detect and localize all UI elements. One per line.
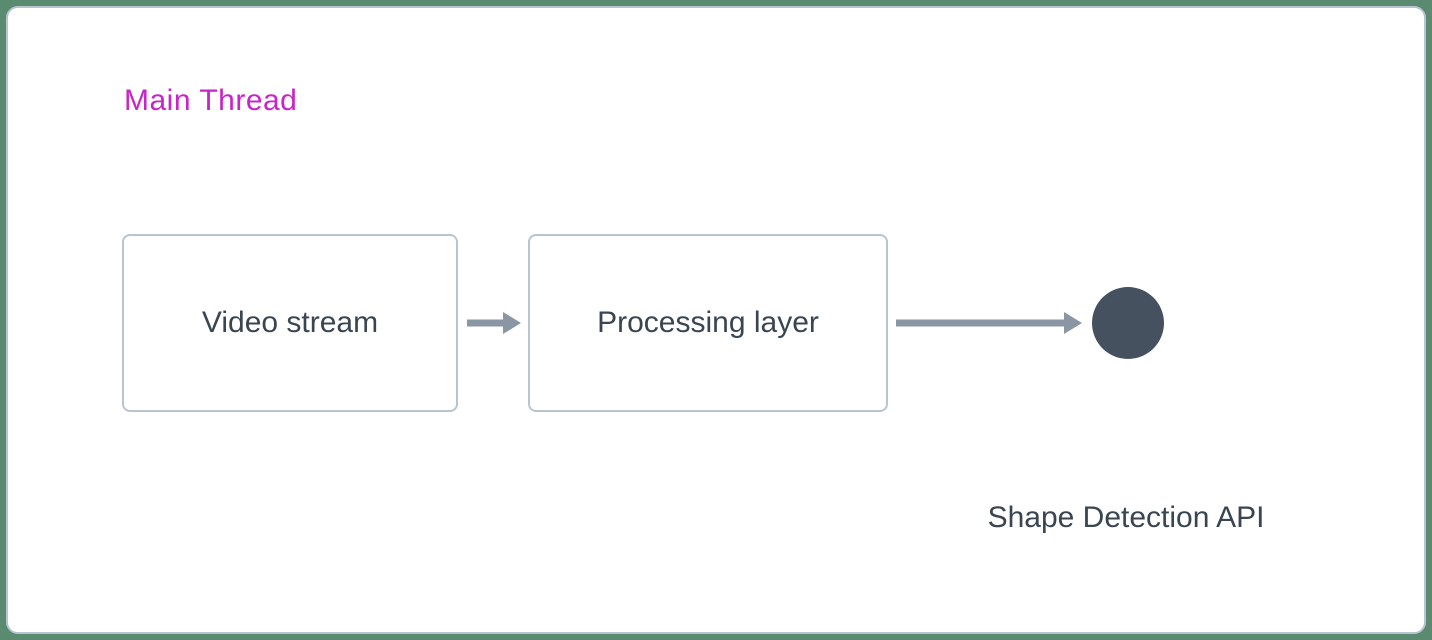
node-video-stream: Video stream [122,234,458,412]
node-video-stream-label: Video stream [202,306,378,340]
arrow-right-icon [888,303,1088,343]
node-shape-detection-api: Shape Detection API [1088,287,1164,359]
circle-icon [1092,287,1164,359]
main-thread-frame: Main Thread Video stream Processing laye… [6,6,1426,634]
arrow-right-icon [458,303,528,343]
flow-row: Video stream Processing layer Shape Dete… [122,234,1164,412]
thread-title: Main Thread [124,84,297,118]
node-processing-layer-label: Processing layer [597,306,819,340]
node-shape-detection-api-label: Shape Detection API [988,501,1265,535]
node-processing-layer: Processing layer [528,234,888,412]
